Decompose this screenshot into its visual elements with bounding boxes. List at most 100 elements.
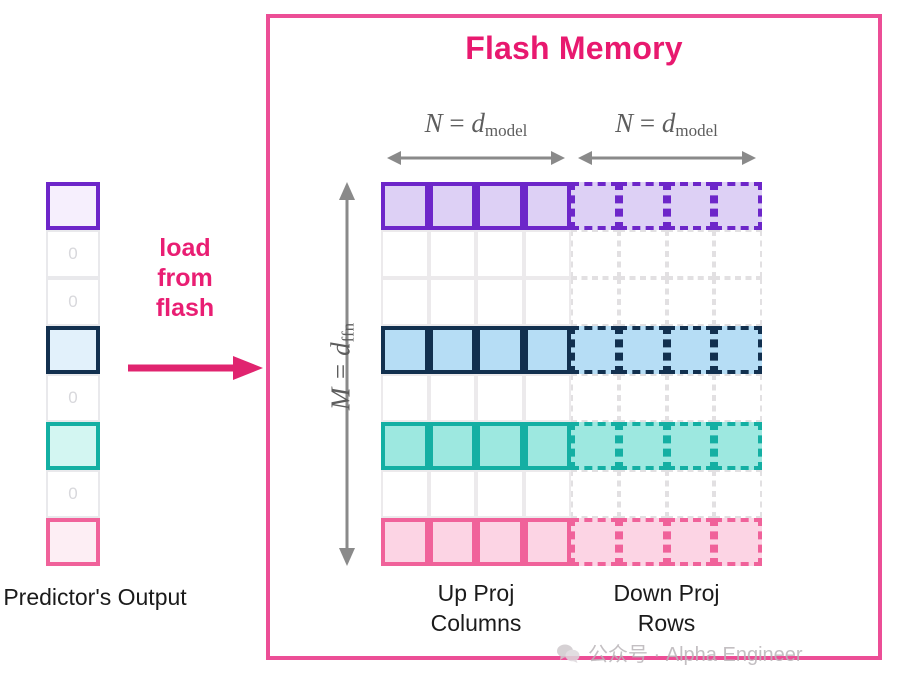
matrix-cell-r7-right-c3 [714, 518, 762, 566]
matrix-cell-r3-right-c2 [666, 326, 715, 374]
predictor-cell-4-grey: 0 [46, 374, 100, 422]
flash-memory-title: Flash Memory [465, 30, 683, 66]
width-label-right-text: N = dmodel [615, 108, 718, 140]
matrix-cell-r4-left-c2 [476, 374, 524, 422]
matrix-cell-r2-right-c1 [618, 278, 667, 326]
height-label: M = dffn [325, 322, 358, 411]
matrix-row-3-right-half [571, 326, 762, 374]
matrix-row-7-pink [381, 518, 762, 566]
matrix-cell-r4-right-c1 [618, 374, 667, 422]
load-from-flash-label: load from flash [155, 234, 215, 322]
matrix-cell-r1-left-c2 [476, 230, 524, 278]
matrix-cell-r6-right-c2 [666, 470, 715, 518]
predictor-cell-zero-label: 0 [68, 292, 78, 311]
matrix-row-4-grey [381, 374, 762, 422]
matrix-cell-r2-left-c0 [381, 278, 429, 326]
matrix-row-4-right-half [571, 374, 762, 422]
matrix-cell-r7-left-c0 [381, 518, 429, 566]
matrix-row-2-right-half [571, 278, 762, 326]
matrix-cell-r4-right-c3 [714, 374, 762, 422]
matrix-cell-r0-right-c0 [571, 182, 619, 230]
matrix-cell-r6-left-c3 [523, 470, 571, 518]
matrix-cell-r7-left-c3 [523, 518, 571, 566]
watermark: 公众号 · Alpha Engineer [556, 638, 803, 667]
matrix-cell-r0-left-c1 [428, 182, 476, 230]
matrix-cell-r2-left-c1 [428, 278, 476, 326]
matrix-cell-r6-right-c1 [618, 470, 667, 518]
predictor-cell-3-navy [46, 326, 100, 374]
matrix-cell-r3-left-c3 [523, 326, 571, 374]
matrix-cell-r7-right-c2 [666, 518, 715, 566]
predictor-cell-2-grey: 0 [46, 278, 100, 326]
matrix-cell-r5-right-c2 [666, 422, 715, 470]
matrix-cell-r2-right-c0 [571, 278, 619, 326]
matrix-cell-r6-left-c2 [476, 470, 524, 518]
matrix-cell-r2-left-c2 [476, 278, 524, 326]
matrix-cell-r1-left-c3 [523, 230, 571, 278]
matrix-cell-r1-right-c1 [618, 230, 667, 278]
matrix-cell-r6-left-c0 [381, 470, 429, 518]
width-label-right: N = dmodel [571, 108, 762, 141]
matrix-cell-r3-right-c3 [714, 326, 762, 374]
predictor-cell-7-pink [46, 518, 100, 566]
matrix-cell-r3-left-c2 [476, 326, 524, 374]
predictor-cell-zero-label: 0 [68, 244, 78, 263]
predictor-output-column: 0 0 0 0 [46, 182, 100, 566]
width-label-left: N = dmodel [381, 108, 571, 141]
matrix-cell-r5-right-c3 [714, 422, 762, 470]
matrix-row-2-grey [381, 278, 762, 326]
width-label-left-text: N = dmodel [424, 108, 528, 140]
predictor-cell-5-teal [46, 422, 100, 470]
matrix-cell-r3-right-c1 [618, 326, 667, 374]
wechat-icon [557, 644, 580, 663]
matrix-cell-r4-left-c1 [428, 374, 476, 422]
load-from-flash-arrow-icon [128, 356, 263, 380]
matrix-cell-r0-right-c2 [666, 182, 715, 230]
matrix-cell-r7-right-c1 [618, 518, 667, 566]
matrix-row-1-left-half [381, 230, 571, 278]
matrix-cell-r3-left-c0 [381, 326, 429, 374]
matrix-row-6-right-half [571, 470, 762, 518]
matrix-cell-r0-left-c2 [476, 182, 524, 230]
matrix-row-0-purple [381, 182, 762, 230]
matrix-row-0-left-half [381, 182, 571, 230]
matrix-cell-r4-left-c3 [523, 374, 571, 422]
matrix-row-3-left-half [381, 326, 571, 374]
matrix-row-2-left-half [381, 278, 571, 326]
matrix-cell-r6-right-c0 [571, 470, 619, 518]
matrix-cell-r2-right-c2 [666, 278, 715, 326]
matrix-cell-r2-left-c3 [523, 278, 571, 326]
matrix-cell-r4-right-c2 [666, 374, 715, 422]
down-proj-rows-caption: Down Proj Rows [613, 580, 720, 636]
matrix-cell-r6-left-c1 [428, 470, 476, 518]
matrix-cell-r5-left-c1 [428, 422, 476, 470]
predictor-output-caption: Predictor's Output [3, 584, 187, 610]
matrix-row-7-right-half [571, 518, 762, 566]
predictor-cell-0-purple [46, 182, 100, 230]
up-proj-columns-caption: Up Proj Columns [430, 580, 522, 636]
matrix-row-5-right-half [571, 422, 762, 470]
matrix-row-1-right-half [571, 230, 762, 278]
matrix-cell-r1-right-c3 [714, 230, 762, 278]
matrix-row-0-right-half [571, 182, 762, 230]
matrix-cell-r1-left-c0 [381, 230, 429, 278]
matrix-cell-r1-left-c1 [428, 230, 476, 278]
matrix-cell-r5-left-c0 [381, 422, 429, 470]
matrix-row-5-left-half [381, 422, 571, 470]
predictor-cell-zero-label: 0 [68, 484, 78, 503]
matrix-cell-r4-right-c0 [571, 374, 619, 422]
matrix-cell-r0-right-c1 [618, 182, 667, 230]
predictor-cell-6-grey: 0 [46, 470, 100, 518]
predictor-cell-zero-label: 0 [68, 388, 78, 407]
matrix-row-4-left-half [381, 374, 571, 422]
watermark-text: 公众号 · Alpha Engineer [588, 644, 803, 666]
matrix-cell-r6-right-c3 [714, 470, 762, 518]
predictor-cell-1-grey: 0 [46, 230, 100, 278]
matrix-cell-r2-right-c3 [714, 278, 762, 326]
matrix-row-7-left-half [381, 518, 571, 566]
matrix-cell-r7-right-c0 [571, 518, 619, 566]
matrix-cell-r0-right-c3 [714, 182, 762, 230]
matrix-cell-r3-right-c0 [571, 326, 619, 374]
matrix-cell-r5-left-c3 [523, 422, 571, 470]
matrix-row-3-navy [381, 326, 762, 374]
